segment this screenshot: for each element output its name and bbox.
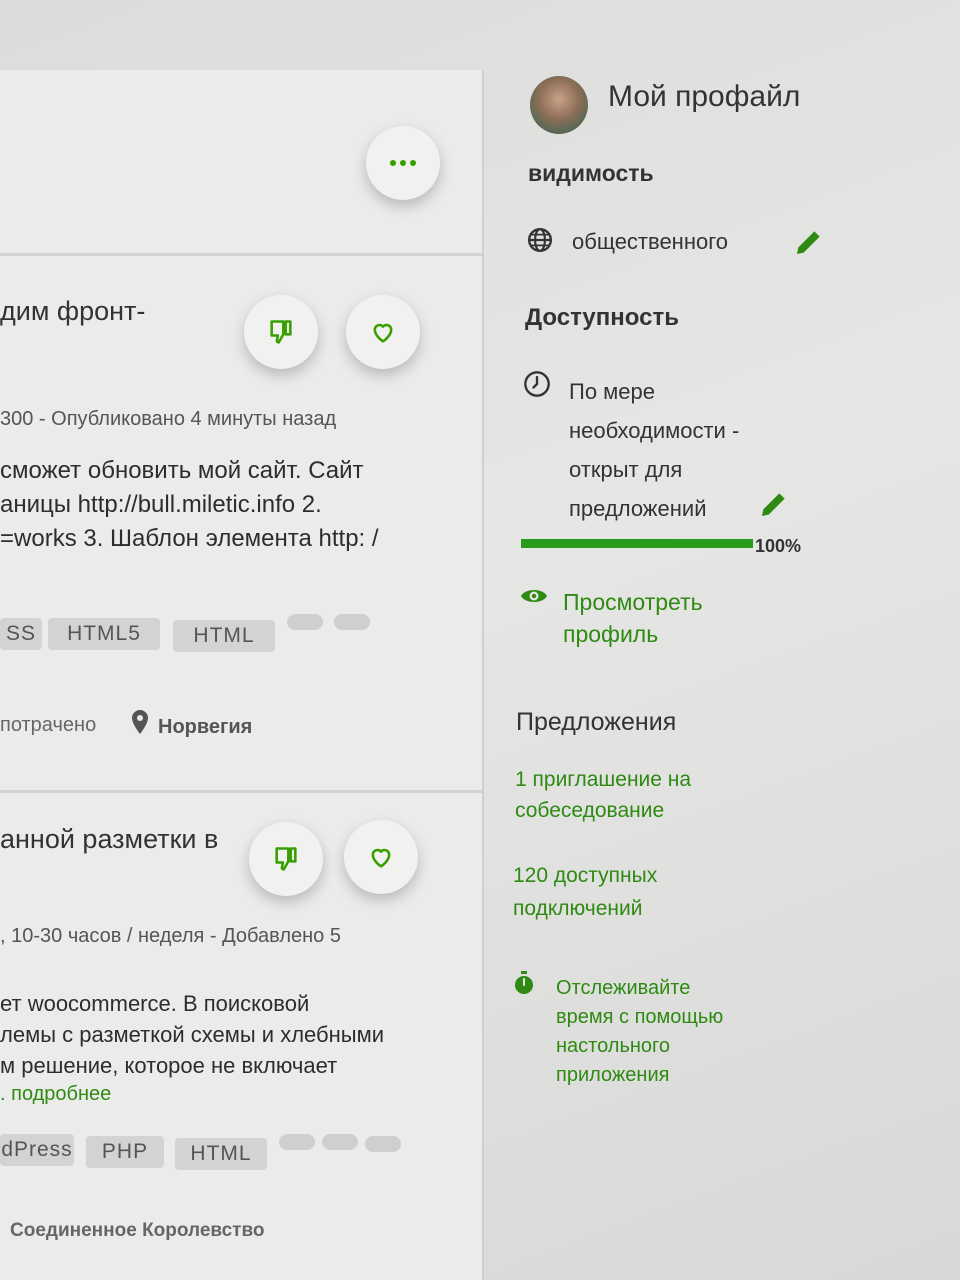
pencil-icon[interactable] <box>793 226 825 258</box>
job-description: сможет обновить мой сайт. Сайт аницы htt… <box>0 457 379 552</box>
clock-icon <box>524 371 550 397</box>
eye-icon <box>521 590 547 602</box>
job-description: ет woocommerce. В поисковой лемы с разме… <box>0 991 385 1078</box>
visibility-value: общественного <box>572 229 728 254</box>
skill-tag[interactable]: SS <box>0 618 42 650</box>
divider <box>0 253 482 256</box>
client-location: Норвегия <box>158 716 253 738</box>
interview-invites-link[interactable]: 1 приглашение на собеседование <box>515 764 691 826</box>
profile-progress-bar <box>521 539 753 548</box>
availability-value: По мере необходимости - открыт для предл… <box>569 379 740 521</box>
more-dots-icon <box>390 160 416 166</box>
tag-placeholder <box>279 1134 315 1150</box>
heart-icon <box>373 323 393 343</box>
tag-placeholder <box>287 614 323 630</box>
skill-tag[interactable]: dPress <box>0 1134 74 1166</box>
job-meta: , 10-30 часов / неделя - Добавлено 5 <box>0 925 341 947</box>
available-connects-link[interactable]: 120 доступных подключений <box>513 859 657 925</box>
save-job-button[interactable] <box>346 295 420 369</box>
view-profile-link[interactable]: Просмотреть профиль <box>563 586 703 650</box>
avatar[interactable] <box>530 76 588 134</box>
globe-icon <box>527 227 553 253</box>
proposals-heading: Предложения <box>516 708 677 736</box>
availability-heading: Доступность <box>525 304 679 331</box>
dislike-button[interactable] <box>249 822 323 896</box>
job-feed: дим фронт- 300 - Опубликовано 4 минуты н… <box>0 70 484 1280</box>
skill-tag[interactable]: PHP <box>86 1136 164 1168</box>
client-spent: потрачено <box>0 714 97 736</box>
job-title[interactable]: дим фронт- <box>0 296 145 327</box>
profile-progress-label: 100% <box>755 536 802 556</box>
divider <box>0 790 482 793</box>
job-title[interactable]: анной разметки в <box>0 824 218 855</box>
more-link[interactable]: . подробнее <box>0 1083 111 1106</box>
track-time-link[interactable]: Отслеживайте время с помощью настольного… <box>556 974 723 1090</box>
map-pin-icon <box>132 710 148 734</box>
profile-progress-fill <box>521 539 753 548</box>
skill-tag[interactable]: HTML <box>173 620 275 652</box>
heart-icon <box>371 848 391 868</box>
pencil-icon[interactable] <box>758 488 790 520</box>
tag-placeholder <box>322 1134 358 1150</box>
save-job-button[interactable] <box>344 820 418 894</box>
stopwatch-icon <box>515 971 533 994</box>
thumbs-down-icon <box>275 847 297 871</box>
skill-tag[interactable]: HTML5 <box>48 618 160 650</box>
dislike-button[interactable] <box>244 295 318 369</box>
thumbs-down-icon <box>270 320 292 344</box>
tag-placeholder <box>334 614 370 630</box>
visibility-heading: видимость <box>528 160 654 186</box>
skill-tag[interactable]: HTML <box>175 1138 267 1170</box>
more-options-button[interactable] <box>366 126 440 200</box>
profile-title[interactable]: Мой профайл <box>608 80 800 114</box>
tag-placeholder <box>365 1136 401 1152</box>
job-meta: 300 - Опубликовано 4 минуты назад <box>0 408 337 430</box>
client-location: Соединенное Королевство <box>10 1220 265 1241</box>
